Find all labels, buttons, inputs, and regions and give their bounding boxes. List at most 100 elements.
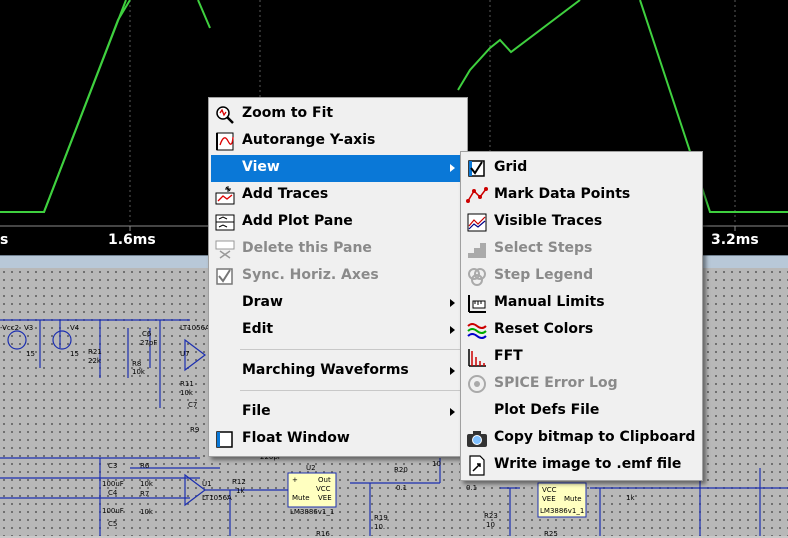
schematic-label: R6 xyxy=(140,462,150,470)
menu-item-edit[interactable]: Edit xyxy=(211,317,465,344)
zoom-to-fit-icon xyxy=(216,106,234,124)
schematic-label: R23 xyxy=(484,512,498,520)
menu-item-marching-waveforms[interactable]: Marching Waveforms xyxy=(211,358,465,385)
menu-item-select-steps[interactable]: Select Steps xyxy=(463,236,700,263)
menu-item-label: Step Legend xyxy=(494,267,594,283)
schematic-label: 10k xyxy=(132,368,145,376)
schematic-label: 100uF xyxy=(102,507,124,515)
schematic-label: 27pF xyxy=(140,339,158,347)
schematic-label: VCC xyxy=(542,486,557,494)
trace-line xyxy=(0,0,131,213)
schematic-label: LT1056A xyxy=(180,324,210,332)
menu-item-autorange-y-axis[interactable]: Autorange Y-axis xyxy=(211,128,465,155)
schematic-label: 1k xyxy=(236,487,245,495)
schematic-label: U7 xyxy=(180,350,190,358)
menu-separator xyxy=(240,349,463,350)
schematic-label: 10 xyxy=(432,460,441,468)
schematic-label: 10 xyxy=(486,521,495,529)
menu-item-float-window[interactable]: Float Window xyxy=(211,426,465,453)
schematic-label: C6 xyxy=(142,330,152,338)
add-plot-pane-icon xyxy=(215,214,235,231)
write-emf-icon xyxy=(469,455,485,476)
x-tick-label: s xyxy=(0,232,9,248)
schematic-label: Mute xyxy=(292,494,310,502)
menu-item-label: Add Traces xyxy=(242,186,329,202)
checkbox-checked-icon xyxy=(468,160,485,177)
schematic-label: Mute xyxy=(564,495,582,503)
menu-item-label: Zoom to Fit xyxy=(242,105,334,121)
menu-item-spice-error-log[interactable]: SPICE Error Log xyxy=(463,371,700,398)
reset-colors-icon xyxy=(467,323,487,339)
checkbox-empty-icon xyxy=(216,431,233,448)
menu-item-fft[interactable]: FFT xyxy=(463,344,700,371)
menu-item-reset-colors[interactable]: Reset Colors xyxy=(463,317,700,344)
menu-item-copy-bitmap-to-clipboard[interactable]: Copy bitmap to Clipboard xyxy=(463,425,700,452)
schematic-label: R12 xyxy=(232,478,246,486)
schematic-label: -Vcc2 xyxy=(0,324,20,332)
menu-item-label: Edit xyxy=(242,321,274,337)
schematic-label: 10k xyxy=(180,389,193,397)
schematic-label: 10k xyxy=(140,480,153,488)
delete-pane-icon xyxy=(215,240,235,259)
schematic-label: R11 xyxy=(180,380,194,388)
menu-item-zoom-to-fit[interactable]: Zoom to Fit xyxy=(211,101,465,128)
menu-item-manual-limits[interactable]: Manual Limits xyxy=(463,290,700,317)
menu-item-write-image-to-emf-file[interactable]: Write image to .emf file xyxy=(463,452,700,479)
add-traces-icon xyxy=(215,186,235,205)
menu-item-label: Grid xyxy=(494,159,528,175)
menu-item-label: Sync. Horiz. Axes xyxy=(242,267,379,283)
menu-item-draw[interactable]: Draw xyxy=(211,290,465,317)
visible-traces-icon xyxy=(467,213,487,232)
menu-item-grid[interactable]: Grid xyxy=(463,155,700,182)
step-legend-icon xyxy=(468,268,486,286)
view-submenu: Grid Mark Data Points Visible Traces Sel… xyxy=(460,151,703,481)
menu-item-step-legend[interactable]: Step Legend xyxy=(463,263,700,290)
schematic-label: VCC xyxy=(316,485,331,493)
schematic-label: R8 xyxy=(132,360,142,368)
menu-item-mark-data-points[interactable]: Mark Data Points xyxy=(463,182,700,209)
schematic-label: 10k xyxy=(140,508,153,516)
select-steps-icon xyxy=(468,243,486,258)
menu-item-label: Reset Colors xyxy=(494,321,594,337)
schematic-label: LM3886v1_1 xyxy=(290,508,335,516)
menu-item-label: Mark Data Points xyxy=(494,186,631,202)
schematic-label: + xyxy=(292,476,298,484)
menu-item-add-plot-pane[interactable]: Add Plot Pane xyxy=(211,209,465,236)
schematic-label: C5 xyxy=(108,520,118,528)
submenu-arrow-icon xyxy=(450,408,455,416)
menu-item-label: Add Plot Pane xyxy=(242,213,353,229)
menu-item-label: Delete this Pane xyxy=(242,240,372,256)
schematic-label: VEE xyxy=(318,494,332,502)
menu-item-label: Autorange Y-axis xyxy=(242,132,376,148)
menu-item-label: Plot Defs File xyxy=(494,402,600,418)
menu-item-view[interactable]: View xyxy=(211,155,465,182)
menu-item-label: Draw xyxy=(242,294,283,310)
x-tick-label: 3.2ms xyxy=(711,232,759,248)
menu-item-label: Manual Limits xyxy=(494,294,605,310)
mark-data-points-icon xyxy=(466,187,488,203)
menu-item-label: Write image to .emf file xyxy=(494,456,682,472)
camera-icon xyxy=(467,431,487,447)
schematic-label: 1k xyxy=(626,494,635,502)
schematic-label: U1 xyxy=(202,480,212,488)
submenu-arrow-icon xyxy=(450,326,455,334)
schematic-label: Out xyxy=(318,476,331,484)
checkbox-checked-icon xyxy=(216,268,233,285)
submenu-arrow-icon xyxy=(450,299,455,307)
schematic-label: V4 xyxy=(70,324,80,332)
menu-item-sync-horiz-axes[interactable]: Sync. Horiz. Axes xyxy=(211,263,465,290)
menu-item-visible-traces[interactable]: Visible Traces xyxy=(463,209,700,236)
schematic-label: V3 xyxy=(24,324,34,332)
menu-item-plot-defs-file[interactable]: Plot Defs File xyxy=(463,398,700,425)
schematic-label: 15 xyxy=(70,350,79,358)
menu-item-delete-this-pane[interactable]: Delete this Pane xyxy=(211,236,465,263)
plot-context-menu: Zoom to Fit Autorange Y-axis View Add Tr… xyxy=(208,97,468,457)
menu-item-add-traces[interactable]: Add Traces xyxy=(211,182,465,209)
menu-item-file[interactable]: File xyxy=(211,399,465,426)
menu-item-label: FFT xyxy=(494,348,523,364)
submenu-arrow-icon xyxy=(450,164,455,172)
schematic-label: 15 xyxy=(26,350,35,358)
x-tick-label: 1.6ms xyxy=(108,232,156,248)
autorange-icon xyxy=(216,132,234,151)
schematic-label: R20 xyxy=(394,466,408,474)
